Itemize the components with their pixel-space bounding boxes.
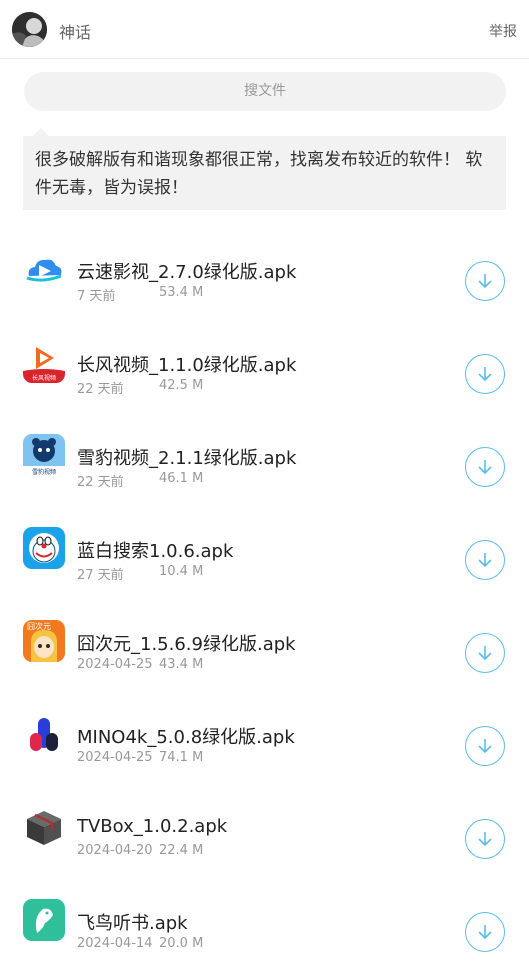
download-arrow-icon xyxy=(478,925,492,940)
file-date: 27 天前 xyxy=(77,568,124,583)
file-size: 22.4 M xyxy=(159,843,204,858)
file-name: 雪豹视频_2.1.1绿化版.apk xyxy=(77,448,297,469)
avatar[interactable] xyxy=(12,12,47,47)
report-link[interactable]: 举报 xyxy=(489,21,517,41)
download-button[interactable] xyxy=(465,354,505,394)
list-item[interactable]: 飞鸟听书.apk 2024-04-14 20.0 M xyxy=(0,873,529,966)
search-input[interactable]: 搜文件 xyxy=(24,72,506,111)
leopard-app-icon: 雪豹视频 xyxy=(23,434,65,476)
username[interactable]: 神话 xyxy=(59,19,91,43)
svg-text:囧次元: 囧次元 xyxy=(27,621,51,631)
download-arrow-icon xyxy=(478,460,492,475)
file-date: 22 天前 xyxy=(77,382,124,397)
file-size: 10.4 M xyxy=(159,564,204,579)
file-size: 74.1 M xyxy=(159,750,204,765)
download-arrow-icon xyxy=(478,553,492,568)
list-item[interactable]: 蓝白搜索1.0.6.apk 27 天前 10.4 M xyxy=(0,501,529,594)
download-button[interactable] xyxy=(465,819,505,859)
download-button[interactable] xyxy=(465,633,505,673)
download-button[interactable] xyxy=(465,726,505,766)
play-triangle-app-icon: 长风视频 xyxy=(23,341,65,383)
svg-text:长风视频: 长风视频 xyxy=(32,374,56,382)
list-item[interactable]: TVBox_1.0.2.apk 2024-04-20 22.4 M xyxy=(0,780,529,873)
file-size: 43.4 M xyxy=(159,657,204,672)
mino-logo-app-icon xyxy=(23,713,65,755)
file-size: 42.5 M xyxy=(159,378,204,393)
download-arrow-icon xyxy=(478,739,492,754)
list-item[interactable]: 长风视频 长风视频_1.1.0绿化版.apk 22 天前 42.5 M xyxy=(0,315,529,408)
cloud-video-app-icon xyxy=(23,248,65,290)
box-app-icon xyxy=(23,806,65,848)
download-arrow-icon xyxy=(478,832,492,847)
file-name: TVBox_1.0.2.apk xyxy=(77,816,228,837)
download-arrow-icon xyxy=(478,646,492,661)
list-item[interactable]: MINO4k_5.0.8绿化版.apk 2024-04-25 74.1 M xyxy=(0,687,529,780)
anime-girl-app-icon: 囧次元 xyxy=(23,620,65,662)
file-date: 22 天前 xyxy=(77,475,124,490)
bird-app-icon xyxy=(23,899,65,941)
file-name: 飞鸟听书.apk xyxy=(77,913,188,934)
file-name: MINO4k_5.0.8绿化版.apk xyxy=(77,727,295,748)
download-button[interactable] xyxy=(465,912,505,952)
file-name: 囧次元_1.5.6.9绿化版.apk xyxy=(77,634,296,655)
download-button[interactable] xyxy=(465,540,505,580)
file-name: 蓝白搜索1.0.6.apk xyxy=(77,541,234,562)
file-date: 2024-04-25 xyxy=(77,750,153,765)
file-size: 20.0 M xyxy=(159,936,204,951)
file-size: 46.1 M xyxy=(159,471,204,486)
svg-text:雪豹视频: 雪豹视频 xyxy=(32,468,56,476)
notice-pointer xyxy=(33,128,49,136)
file-date: 2024-04-14 xyxy=(77,936,153,951)
file-date: 7 天前 xyxy=(77,289,116,304)
file-list: 云速影视_2.7.0绿化版.apk 7 天前 53.4 M 长风视频 长风视频_… xyxy=(0,222,529,966)
file-date: 2024-04-25 xyxy=(77,657,153,672)
notice-banner: 很多破解版有和谐现象都很正常，找离发布较近的软件！ 软件无毒，皆为误报！ xyxy=(23,136,506,210)
list-item[interactable]: 云速影视_2.7.0绿化版.apk 7 天前 53.4 M xyxy=(0,222,529,315)
file-name: 长风视频_1.1.0绿化版.apk xyxy=(77,355,297,376)
list-item[interactable]: 雪豹视频 雪豹视频_2.1.1绿化版.apk 22 天前 46.1 M xyxy=(0,408,529,501)
top-bar: 神话 举报 xyxy=(0,0,529,59)
file-size: 53.4 M xyxy=(159,285,204,300)
download-button[interactable] xyxy=(465,261,505,301)
file-name: 云速影视_2.7.0绿化版.apk xyxy=(77,262,297,283)
file-date: 2024-04-20 xyxy=(77,843,153,858)
download-arrow-icon xyxy=(478,274,492,289)
list-item[interactable]: 囧次元 囧次元_1.5.6.9绿化版.apk 2024-04-25 43.4 M xyxy=(0,594,529,687)
download-button[interactable] xyxy=(465,447,505,487)
download-arrow-icon xyxy=(478,367,492,382)
doraemon-app-icon xyxy=(23,527,65,569)
